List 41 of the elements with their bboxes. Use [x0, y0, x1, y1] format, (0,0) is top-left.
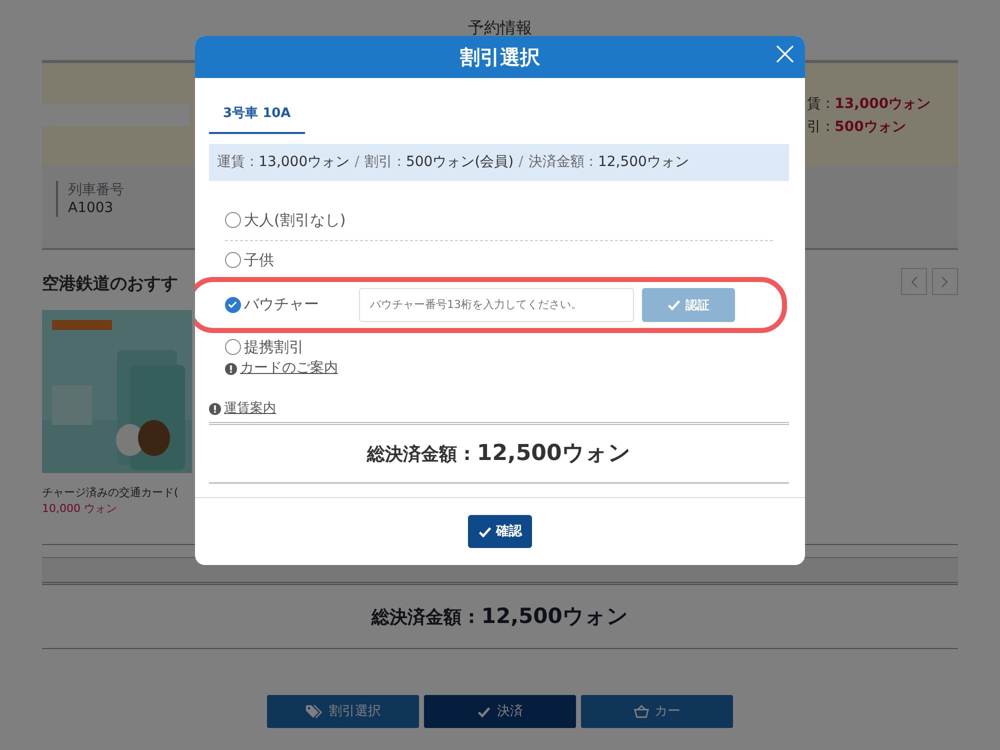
info-icon — [225, 362, 237, 374]
product-name: チャージ済みの交通カード( — [42, 484, 180, 500]
section-title: 空港鉄道のおすす — [42, 273, 178, 296]
card-info-link[interactable]: カードのご案内 — [225, 358, 338, 379]
check-icon — [667, 298, 682, 312]
radio-button[interactable] — [225, 296, 241, 312]
option-label: 大人(割引なし) — [244, 210, 346, 231]
option-label: 子供 — [244, 250, 274, 271]
radio-button[interactable] — [225, 252, 241, 268]
check-icon — [477, 704, 491, 718]
tag-icon — [305, 704, 323, 719]
info-icon — [209, 402, 221, 415]
modal-title: 割引選択 — [460, 44, 540, 71]
seat-tab[interactable]: 3号車 10A — [209, 98, 305, 134]
summary-item: 決済金額 : 12,500ウォン — [528, 154, 689, 170]
confirm-button[interactable]: 確認 — [468, 515, 532, 548]
summary-item: 運賃 : 13,000ウォン — [217, 154, 350, 170]
total-amount: 総決済金額 : 12,500ウォン — [209, 422, 789, 484]
summary-item: 割引 : 500ウォン(会員) — [364, 154, 514, 170]
voucher-input[interactable]: バウチャー番号13桁を入力してください。 — [359, 288, 634, 322]
radio-button[interactable] — [225, 338, 241, 355]
previous-button[interactable] — [901, 268, 927, 295]
check-icon — [478, 524, 492, 538]
total-amount: 総決済金額 : 12,500ウォン — [42, 584, 958, 649]
option-label: バウチャー — [244, 294, 319, 316]
product-price: 10,000 ウォン — [42, 501, 118, 517]
train-number: A1003 — [68, 199, 114, 217]
fare-info-link[interactable]: 運賃案内 — [209, 399, 276, 418]
fare-line: 引 : 500ウォン — [807, 118, 907, 137]
basket-icon — [634, 704, 648, 719]
radio-button[interactable] — [225, 212, 241, 228]
chevron-left-icon — [910, 276, 918, 288]
payment-button[interactable]: 決済 — [424, 695, 576, 728]
separator: / — [518, 154, 524, 170]
train-number-label: 列車番号 — [68, 181, 125, 199]
separator: / — [354, 154, 360, 170]
fare-line: 賃 : 13,000ウォン — [807, 95, 931, 114]
option-label: 提携割引 — [244, 336, 304, 358]
next-button[interactable] — [932, 268, 958, 295]
chevron-right-icon — [941, 276, 949, 288]
page-title: 予約情報 — [468, 17, 532, 39]
